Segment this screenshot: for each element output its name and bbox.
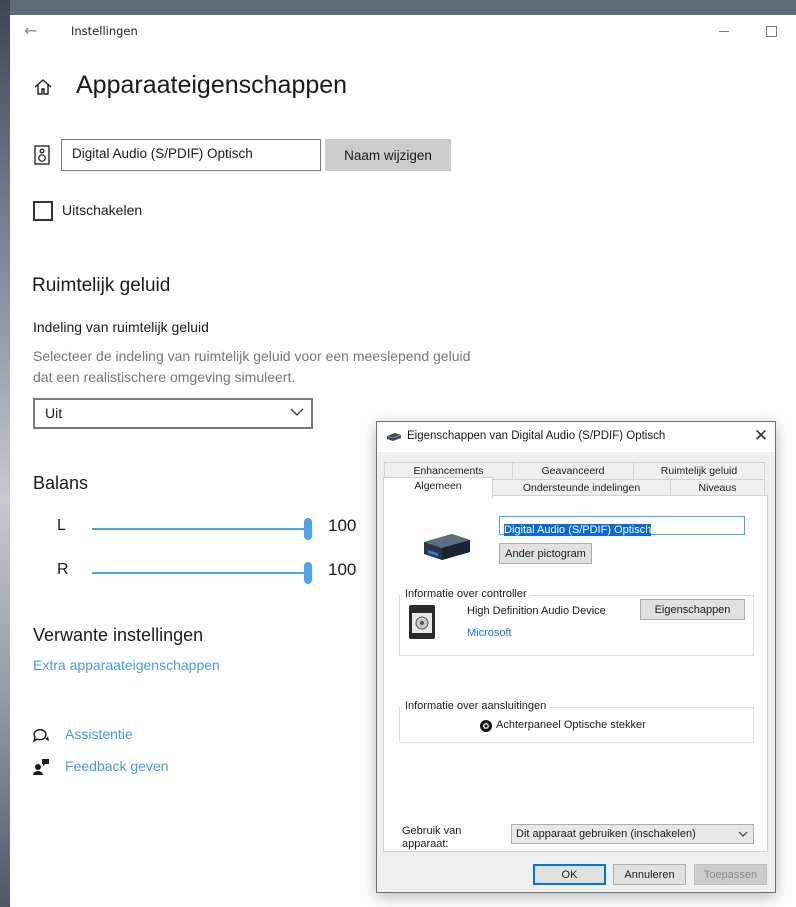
controller-group-title: Informatie over controller xyxy=(402,588,530,600)
tab-spatial-sound[interactable]: Ruimtelijk geluid xyxy=(633,462,765,480)
optical-jack-icon xyxy=(480,720,492,732)
change-icon-button[interactable]: Ander pictogram xyxy=(499,543,592,564)
device-name-text: Digital Audio (S/PDIF) Optisch xyxy=(504,524,652,536)
title-bar: ← Instellingen xyxy=(10,15,796,49)
speaker-icon xyxy=(34,145,50,165)
balance-heading: Balans xyxy=(33,473,89,493)
minimize-button[interactable] xyxy=(710,22,738,40)
balance-right-thumb[interactable] xyxy=(304,562,312,584)
maximize-button[interactable] xyxy=(760,22,788,40)
tab-general[interactable]: Algemeen xyxy=(383,477,493,498)
apply-button[interactable]: Toepassen xyxy=(694,864,767,885)
balance-left-value: 100 xyxy=(328,516,357,535)
balance-sliders: L 100 R 100 xyxy=(10,493,390,603)
properties-dialog: Eigenschappen van Digital Audio (S/PDIF)… xyxy=(376,421,776,893)
audio-device-icon xyxy=(424,534,470,560)
window-title: Instellingen xyxy=(71,24,138,38)
rename-button[interactable]: Naam wijzigen xyxy=(325,139,451,171)
extra-device-properties-link[interactable]: Extra apparaateigenschappen xyxy=(33,657,220,673)
controller-device-icon xyxy=(409,605,435,639)
ok-button[interactable]: OK xyxy=(533,864,606,885)
desktop-background xyxy=(0,0,10,907)
spatial-format-label: Indeling van ruimtelijk geluid xyxy=(33,319,209,335)
general-tab-panel: Digital Audio (S/PDIF) Optisch Ander pic… xyxy=(383,495,768,852)
assistance-icon xyxy=(32,728,49,743)
chevron-down-icon xyxy=(738,831,748,837)
jack-group-title: Informatie over aansluitingen xyxy=(402,700,550,712)
balance-right-value: 100 xyxy=(328,560,357,579)
device-usage-dropdown[interactable]: Dit apparaat gebruiken (inschakelen) xyxy=(511,824,754,844)
dialog-title-bar: Eigenschappen van Digital Audio (S/PDIF)… xyxy=(377,422,775,452)
device-name-field[interactable]: Digital Audio (S/PDIF) Optisch xyxy=(499,516,745,536)
disable-label: Uitschakelen xyxy=(62,202,143,218)
audio-device-icon xyxy=(386,433,402,441)
balance-right-label: R xyxy=(57,561,69,578)
jack-label: Achterpaneel Optische stekker xyxy=(496,719,646,731)
home-icon[interactable] xyxy=(33,77,53,97)
balance-left-track[interactable] xyxy=(92,528,312,530)
page-title: Apparaateigenschappen xyxy=(76,71,348,99)
back-arrow-icon[interactable]: ← xyxy=(24,21,37,40)
spatial-format-dropdown[interactable]: Uit xyxy=(33,398,313,429)
assistance-link[interactable]: Assistentie xyxy=(65,726,133,742)
dialog-title: Eigenschappen van Digital Audio (S/PDIF)… xyxy=(407,430,666,442)
cancel-button[interactable]: Annuleren xyxy=(613,864,686,885)
device-usage-label: Gebruik van apparaat: xyxy=(402,825,462,850)
feedback-icon xyxy=(33,759,49,775)
balance-left-thumb[interactable] xyxy=(304,518,312,540)
related-settings-heading: Verwante instellingen xyxy=(33,625,204,645)
close-icon[interactable]: ✕ xyxy=(751,426,771,446)
device-name-input[interactable]: Digital Audio (S/PDIF) Optisch xyxy=(61,139,321,171)
disable-checkbox[interactable] xyxy=(33,201,53,221)
balance-left-label: L xyxy=(57,517,66,534)
spatial-description: Selecteer de indeling van ruimtelijk gel… xyxy=(33,348,471,385)
spatial-sound-heading: Ruimtelijk geluid xyxy=(32,275,171,296)
device-usage-value: Dit apparaat gebruiken (inschakelen) xyxy=(516,828,696,840)
feedback-link[interactable]: Feedback geven xyxy=(65,758,169,774)
controller-properties-button[interactable]: Eigenschappen xyxy=(640,599,745,620)
chevron-down-icon xyxy=(290,408,304,416)
controller-vendor-link[interactable]: Microsoft xyxy=(467,627,512,639)
controller-name: High Definition Audio Device xyxy=(467,605,606,617)
spatial-format-value: Uit xyxy=(45,405,63,421)
tab-advanced[interactable]: Geavanceerd xyxy=(512,462,634,480)
balance-right-track[interactable] xyxy=(92,572,312,574)
